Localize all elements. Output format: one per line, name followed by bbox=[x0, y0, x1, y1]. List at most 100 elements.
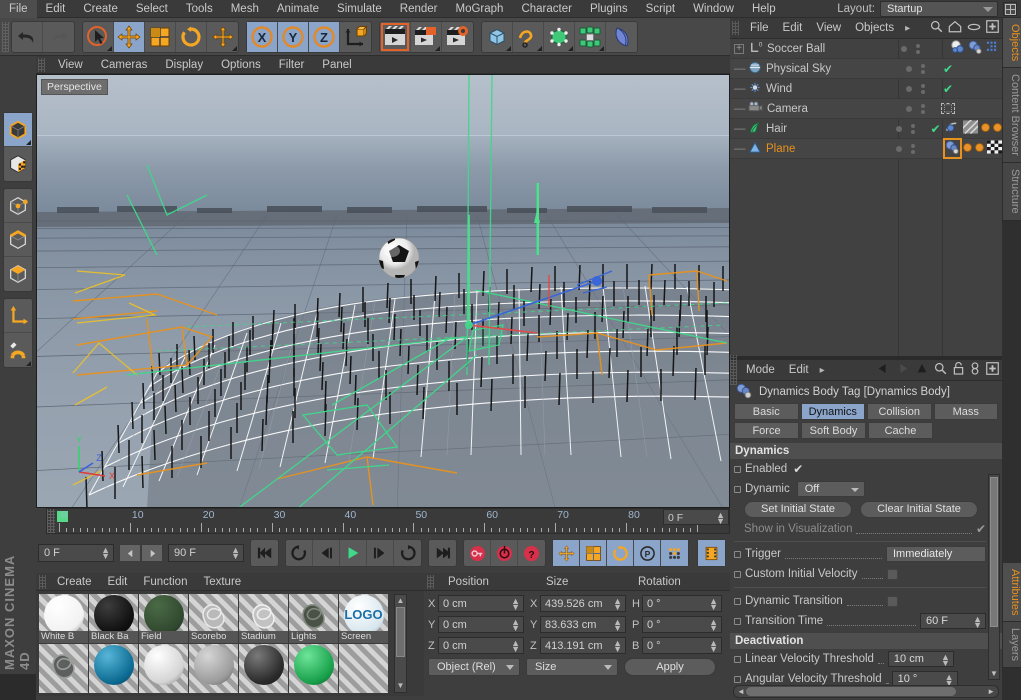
object-visibility-dots[interactable] bbox=[898, 63, 940, 74]
search-icon[interactable] bbox=[930, 20, 943, 36]
editor-visibility-dot[interactable] bbox=[896, 145, 903, 152]
attribute-tab-collision[interactable]: Collision bbox=[867, 403, 932, 420]
material-swatch[interactable] bbox=[39, 644, 88, 693]
menu-item-mograph[interactable]: MoGraph bbox=[447, 0, 513, 18]
field-enabled[interactable]: Enabled ✔ bbox=[734, 459, 986, 479]
object-name-cell[interactable]: — Physical Sky bbox=[730, 61, 898, 77]
record-parameter-button[interactable] bbox=[661, 540, 688, 566]
menu-item-character[interactable]: Character bbox=[512, 0, 581, 18]
viewport-menu-filter[interactable]: Filter bbox=[270, 56, 314, 74]
animate-ring-icon[interactable] bbox=[734, 465, 741, 473]
orange-tag[interactable] bbox=[963, 142, 972, 155]
checker-material-tag[interactable] bbox=[987, 140, 1002, 157]
field-dynamic-transition[interactable]: Dynamic Transition bbox=[734, 591, 986, 611]
edge-tab-objects[interactable]: Objects bbox=[1002, 18, 1021, 69]
attribute-menu-mode[interactable]: Mode bbox=[739, 364, 782, 376]
menu-item-file[interactable]: File bbox=[0, 0, 37, 18]
add-primitive-cube-button[interactable] bbox=[482, 21, 513, 52]
editor-visibility-dot[interactable] bbox=[906, 85, 912, 92]
menu-item-script[interactable]: Script bbox=[637, 0, 684, 18]
menu-item-select[interactable]: Select bbox=[127, 0, 177, 18]
add-spline-button[interactable] bbox=[513, 21, 544, 52]
menu-item-help[interactable]: Help bbox=[743, 0, 785, 18]
dolly-view-icon[interactable] bbox=[679, 58, 692, 71]
object-row[interactable]: — Camera ⬚ bbox=[730, 99, 1002, 119]
timeline-grip[interactable] bbox=[47, 509, 55, 533]
attribute-tab-dynamics[interactable]: Dynamics bbox=[800, 403, 865, 420]
size-y-input[interactable]: 83.633 cm ▲ ▼ bbox=[540, 616, 626, 633]
material-manager-grip[interactable] bbox=[39, 574, 46, 589]
object-name-cell[interactable]: — Plane bbox=[730, 141, 888, 157]
editor-visibility-dot[interactable] bbox=[900, 45, 907, 52]
material-menu-edit[interactable]: Edit bbox=[100, 576, 136, 588]
timeline-filmstrip-button[interactable] bbox=[698, 540, 725, 566]
redo-button[interactable] bbox=[43, 22, 74, 52]
polygons-mode-button[interactable] bbox=[4, 257, 32, 291]
spinner-icon[interactable]: ▲ ▼ bbox=[973, 615, 982, 630]
add-generator-button[interactable] bbox=[544, 21, 575, 52]
animate-ring-icon[interactable] bbox=[734, 655, 741, 663]
object-menu-edit[interactable]: Edit bbox=[776, 22, 810, 34]
scrollbar-thumb[interactable] bbox=[746, 687, 956, 696]
pan-view-icon[interactable] bbox=[662, 58, 675, 71]
render-view-button[interactable] bbox=[380, 21, 411, 52]
nav-forward-icon[interactable] bbox=[896, 363, 910, 377]
world-object-coordinates-button[interactable] bbox=[340, 22, 371, 52]
new-layer-icon[interactable] bbox=[986, 20, 999, 36]
apply-button[interactable]: Apply bbox=[624, 658, 716, 676]
object-enable-flag[interactable]: ✔ bbox=[928, 122, 943, 136]
viewport-menu-view[interactable]: View bbox=[49, 56, 92, 74]
field-transition-time[interactable]: Transition Time 60 F ▲ ▼ bbox=[734, 611, 986, 631]
menu-item-edit[interactable]: Edit bbox=[37, 0, 75, 18]
object-visibility-dots[interactable] bbox=[888, 143, 928, 154]
attribute-horizontal-scrollbar[interactable]: ◄ ► bbox=[733, 685, 999, 698]
spinner-icon[interactable]: ▲ ▼ bbox=[941, 653, 950, 668]
render-visibility-dots[interactable] bbox=[921, 63, 925, 74]
attribute-tab-soft-body[interactable]: Soft Body bbox=[801, 422, 866, 439]
object-tags-cell[interactable] bbox=[943, 138, 1002, 159]
editor-visibility-dot[interactable] bbox=[896, 125, 903, 132]
timeline-ruler[interactable]: 0102030405060708090 bbox=[46, 508, 730, 534]
step-forward-button[interactable] bbox=[367, 540, 394, 566]
maximize-view-icon[interactable] bbox=[713, 58, 726, 71]
viewport-menu-panel[interactable]: Panel bbox=[313, 56, 360, 74]
edge-tab-content-browser[interactable]: Content Browser bbox=[1002, 68, 1021, 164]
render-visibility-dots[interactable] bbox=[915, 43, 920, 54]
material-swatch[interactable]: Lights bbox=[289, 594, 338, 643]
lock-y-axis-button[interactable]: Y bbox=[278, 21, 309, 52]
scroll-left-arrow-icon[interactable]: ◄ bbox=[737, 687, 745, 696]
play-backwards-loop-button[interactable] bbox=[286, 540, 313, 566]
material-swatch[interactable]: White B bbox=[39, 594, 88, 643]
menu-item-simulate[interactable]: Simulate bbox=[328, 0, 391, 18]
expand-toggle-icon[interactable]: + bbox=[734, 43, 744, 54]
rotate-view-icon[interactable] bbox=[696, 58, 709, 71]
trigger-value[interactable]: Immediately bbox=[886, 546, 986, 562]
scroll-up-arrow-icon[interactable]: ▲ bbox=[395, 595, 406, 607]
material-swatch[interactable]: Field bbox=[139, 594, 188, 643]
hair-tag[interactable] bbox=[945, 120, 960, 137]
viewport-grip[interactable] bbox=[38, 57, 45, 72]
material-sphere-tag[interactable] bbox=[951, 40, 965, 57]
layout-dropdown[interactable]: Startup bbox=[880, 1, 998, 17]
object-visibility-dots[interactable] bbox=[898, 103, 940, 114]
field-trigger[interactable]: Trigger Immediately bbox=[734, 544, 986, 564]
current-frame-field[interactable]: 0 F ▲ ▼ bbox=[663, 509, 729, 526]
object-name-cell[interactable]: — Camera bbox=[730, 101, 898, 116]
size-mode-dropdown[interactable]: Size bbox=[526, 658, 618, 676]
toolbar-grip[interactable] bbox=[2, 21, 9, 52]
attribute-tab-force[interactable]: Force bbox=[734, 422, 799, 439]
lock-icon[interactable] bbox=[953, 362, 964, 378]
material-swatch[interactable]: Scorebo bbox=[189, 594, 238, 643]
spinner-icon[interactable]: ▲ ▼ bbox=[709, 597, 718, 612]
animate-ring-icon[interactable] bbox=[734, 550, 741, 558]
record-rotation-button[interactable] bbox=[607, 540, 634, 566]
scroll-down-arrow-icon[interactable]: ▼ bbox=[395, 680, 406, 692]
start-frame-field[interactable]: 0 F ▲ ▼ bbox=[38, 544, 114, 562]
render-flag-icon[interactable]: ⬚ bbox=[941, 103, 955, 114]
spinner-icon[interactable]: ▲ ▼ bbox=[716, 511, 725, 526]
add-array-button[interactable] bbox=[575, 21, 606, 52]
nav-up-icon[interactable] bbox=[916, 363, 928, 378]
spinner-icon[interactable]: ▲ ▼ bbox=[709, 639, 718, 654]
undo-button[interactable] bbox=[12, 21, 43, 52]
spinner-icon[interactable]: ▲ ▼ bbox=[613, 618, 622, 633]
